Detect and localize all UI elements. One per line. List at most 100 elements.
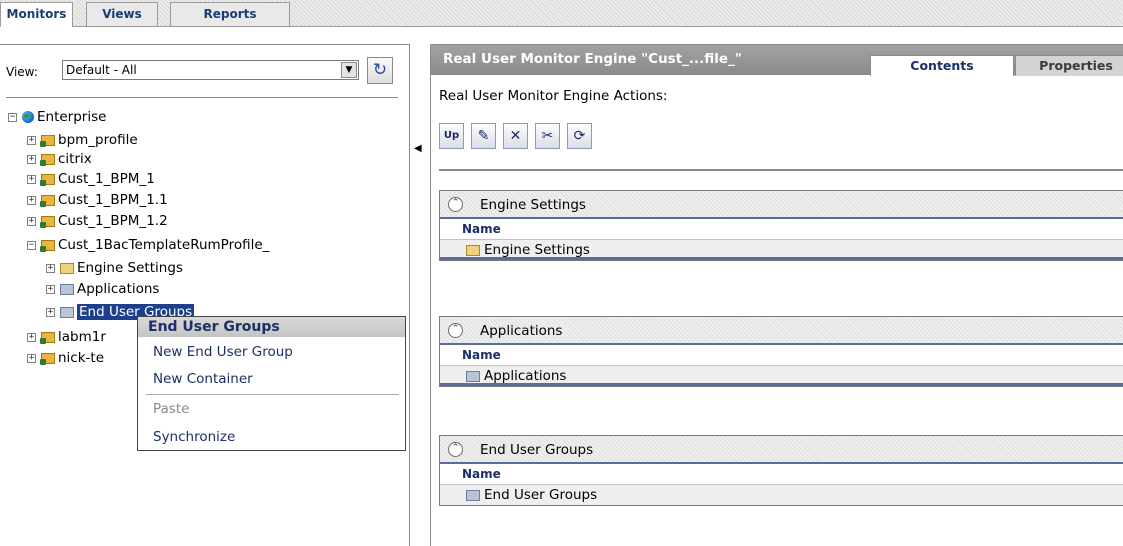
tree-panel: View: Default - All ▼ ↻ − Enterprise + bpm… (0, 44, 410, 546)
globe-icon (22, 111, 34, 123)
expand-icon[interactable]: + (46, 307, 55, 317)
collapse-icon[interactable]: − (27, 240, 36, 250)
tree-node[interactable]: + bpm_profile (27, 130, 138, 150)
profile-folder-icon (40, 134, 55, 147)
section-header: ⌃ End User Groups (440, 436, 1123, 464)
tree-node[interactable]: + nick-te (27, 348, 104, 368)
rum-profile-icon (40, 352, 55, 365)
view-select[interactable]: Default - All ▼ (62, 60, 359, 80)
tree-node[interactable]: + Engine Settings (46, 258, 183, 278)
up-button[interactable]: Up (439, 123, 464, 149)
section-title: Engine Settings (480, 197, 586, 213)
view-label: View: (6, 65, 38, 79)
section-title: End User Groups (480, 442, 594, 458)
tab-properties[interactable]: Properties (1015, 55, 1123, 76)
folder-icon (466, 490, 480, 501)
menu-separator (146, 394, 399, 395)
expand-icon[interactable]: + (27, 154, 36, 164)
tree-node[interactable]: + citrix (27, 149, 92, 169)
tab-monitors-label: Monitors (6, 7, 67, 21)
expand-icon[interactable]: + (27, 216, 36, 226)
expand-icon[interactable]: + (27, 195, 36, 205)
menu-item-synchronize[interactable]: Synchronize (153, 429, 235, 445)
tree-node[interactable]: + labm1r (27, 327, 106, 347)
tab-reports-label: Reports (203, 7, 257, 21)
tree-node[interactable]: + Cust_1_BPM_1 (27, 169, 155, 189)
chevron-down-icon[interactable]: ▼ (341, 62, 357, 78)
tree-node-label: citrix (58, 151, 92, 167)
collapse-icon[interactable]: − (8, 112, 17, 122)
expand-icon[interactable]: + (27, 332, 36, 342)
expand-icon[interactable]: + (27, 353, 36, 363)
row-name[interactable]: Engine Settings (484, 242, 590, 258)
edit-button[interactable]: ✎ (471, 123, 496, 149)
tree-node-label: Cust_1BacTemplateRumProfile_ (58, 237, 270, 253)
column-header: Name (440, 464, 1123, 485)
menu-item-new-container[interactable]: New Container (153, 371, 253, 387)
tree-node[interactable]: + Cust_1_BPM_1.1 (27, 190, 168, 210)
content-header: Real User Monitor Engine "Cust_...file_"… (431, 45, 1123, 76)
expand-icon[interactable]: + (27, 174, 36, 184)
tree-node[interactable]: − Cust_1BacTemplateRumProfile_ (27, 235, 269, 255)
tree-node-label: Cust_1_BPM_1.2 (58, 213, 168, 229)
top-tab-strip: Monitors Views Reports (0, 0, 1123, 27)
column-header-name[interactable]: Name (462, 467, 501, 481)
tree-node-label: Applications (77, 281, 160, 297)
tree-node-label: bpm_profile (58, 132, 138, 148)
tab-views[interactable]: Views (86, 2, 158, 26)
expand-icon[interactable]: + (46, 263, 55, 273)
settings-folder-icon (60, 262, 74, 274)
menu-item-paste: Paste (153, 401, 190, 417)
refresh-icon: ↻ (372, 60, 388, 80)
column-header-name[interactable]: Name (462, 222, 501, 236)
profile-folder-icon (40, 173, 55, 186)
table-row[interactable]: End User Groups (440, 485, 1123, 505)
cut-icon: ✂ (541, 128, 554, 144)
tree-node-label: Cust_1_BPM_1.1 (58, 192, 168, 208)
row-name[interactable]: Applications (484, 368, 566, 384)
page-title: Real User Monitor Engine "Cust_...file_" (443, 51, 742, 67)
collapse-section-icon[interactable]: ⌃ (448, 197, 463, 212)
up-button-label: Up (443, 130, 460, 141)
tab-monitors[interactable]: Monitors (0, 2, 73, 27)
cut-button[interactable]: ✂ (535, 123, 560, 149)
edit-icon: ✎ (477, 128, 490, 144)
actions-label: Real User Monitor Engine Actions: (439, 88, 668, 104)
tree-node[interactable]: + Applications (46, 279, 159, 299)
rum-profile-icon (40, 239, 55, 252)
rum-profile-icon (40, 331, 55, 344)
tree-node-label: Enterprise (37, 109, 107, 125)
refresh-button[interactable]: ↻ (367, 57, 393, 84)
collapse-section-icon[interactable]: ⌃ (448, 323, 463, 338)
expand-icon[interactable]: + (46, 284, 55, 294)
delete-button[interactable]: ✕ (503, 123, 528, 149)
folder-icon (466, 371, 480, 382)
collapse-panel-arrow-icon[interactable]: ◀ (414, 143, 422, 154)
tab-contents[interactable]: Contents (870, 55, 1014, 76)
synchronize-icon: ⟳ (573, 128, 586, 144)
profile-folder-icon (40, 215, 55, 228)
profile-folder-icon (40, 153, 55, 166)
tree-node[interactable]: + Cust_1_BPM_1.2 (27, 211, 168, 231)
divider (6, 97, 398, 98)
section-engine-settings: ⌃ Engine Settings Name Engine Settings (439, 190, 1123, 261)
collapse-section-icon[interactable]: ⌃ (448, 442, 463, 457)
tree-node-label: nick-te (58, 350, 105, 366)
section-header: ⌃ Applications (440, 317, 1123, 345)
menu-item-new-end-user-group[interactable]: New End User Group (153, 344, 293, 360)
view-select-value: Default - All (66, 63, 137, 77)
column-header: Name (440, 345, 1123, 366)
tree-node-enterprise[interactable]: − Enterprise (8, 107, 106, 127)
row-name[interactable]: End User Groups (484, 487, 597, 503)
folder-icon (60, 306, 74, 318)
tab-views-label: Views (102, 7, 142, 21)
column-header-name[interactable]: Name (462, 348, 501, 362)
section-header: ⌃ Engine Settings (440, 191, 1123, 219)
expand-icon[interactable]: + (27, 135, 36, 145)
tree-node-label: Engine Settings (77, 260, 183, 276)
tree-node-label: Cust_1_BPM_1 (58, 171, 155, 187)
synchronize-button[interactable]: ⟳ (567, 123, 592, 149)
tree-node-label: labm1r (58, 329, 106, 345)
tab-reports[interactable]: Reports (170, 2, 290, 26)
column-header: Name (440, 219, 1123, 240)
